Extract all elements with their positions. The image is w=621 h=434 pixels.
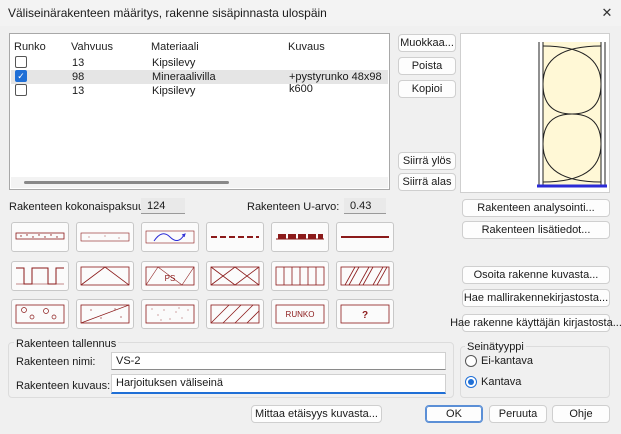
materiaali-cell: Kipsilevy bbox=[152, 57, 196, 69]
table-row[interactable]: ✓ 98 Mineraalivilla +pystyrunko 48x98 k6… bbox=[11, 70, 388, 95]
cancel-button[interactable]: Peruuta bbox=[489, 405, 547, 423]
ok-button[interactable]: OK bbox=[425, 405, 483, 423]
structure-description-label: Rakenteen kuvaus: bbox=[16, 380, 111, 392]
non-bearing-label[interactable]: Ei-kantava bbox=[481, 355, 533, 367]
pattern-tile-diagonal-pairs[interactable] bbox=[336, 261, 394, 291]
bearing-label[interactable]: Kantava bbox=[481, 376, 521, 388]
non-bearing-radio[interactable] bbox=[465, 355, 477, 367]
column-header-vahvuus[interactable]: Vahvuus bbox=[71, 41, 113, 53]
structure-name-input[interactable]: VS-2 bbox=[111, 352, 446, 370]
structure-preview bbox=[460, 33, 610, 193]
runko-checkbox[interactable] bbox=[15, 84, 27, 96]
structure-details-button[interactable]: Rakenteen lisätiedot... bbox=[462, 221, 610, 239]
materiaali-cell: Kipsilevy bbox=[152, 85, 196, 97]
bearing-radio[interactable] bbox=[465, 376, 477, 388]
copy-button[interactable]: Kopioi bbox=[398, 80, 456, 98]
u-value: 0.43 bbox=[344, 198, 386, 214]
window-title: Väliseinärakenteen määritys, rakenne sis… bbox=[8, 6, 327, 20]
ps-label: PS bbox=[165, 274, 176, 283]
runko-label: RUNKO bbox=[286, 310, 315, 319]
table-row[interactable]: 13 Kipsilevy bbox=[11, 56, 388, 70]
pattern-tile-board[interactable] bbox=[11, 222, 69, 252]
pattern-tile-ps[interactable]: PS bbox=[141, 261, 199, 291]
pattern-tile-sand[interactable] bbox=[141, 299, 199, 329]
edit-button[interactable]: Muokkaa... bbox=[398, 34, 456, 52]
wall-type-group bbox=[460, 346, 610, 398]
delete-button[interactable]: Poista bbox=[398, 57, 456, 75]
vahvuus-cell: 13 bbox=[72, 85, 85, 97]
pattern-tile-runko[interactable]: RUNKO bbox=[271, 299, 329, 329]
runko-checkbox[interactable]: ✓ bbox=[15, 70, 27, 82]
model-library-button[interactable]: Hae mallirakennekirjastosta... bbox=[462, 289, 610, 307]
pattern-tile-cross-single[interactable] bbox=[76, 261, 134, 291]
close-icon[interactable]: ✕ bbox=[597, 3, 617, 23]
save-group-title: Rakenteen tallennus bbox=[14, 338, 119, 350]
thickness-label: Rakenteen kokonaispaksuus: bbox=[9, 201, 153, 213]
pattern-tile-diagonal-lines[interactable] bbox=[206, 299, 264, 329]
check-icon: ✓ bbox=[17, 70, 25, 81]
pick-from-drawing-button[interactable]: Osoita rakenne kuvasta... bbox=[462, 266, 610, 284]
pattern-tile-dotted-fill[interactable] bbox=[76, 222, 134, 252]
pattern-tile-vertical-lines[interactable] bbox=[271, 261, 329, 291]
structure-name-label: Rakenteen nimi: bbox=[16, 356, 96, 368]
pattern-tile-dashed[interactable] bbox=[206, 222, 264, 252]
pattern-tile-cross-double[interactable] bbox=[206, 261, 264, 291]
vahvuus-cell: 98 bbox=[72, 71, 85, 83]
move-down-button[interactable]: Siirrä alas bbox=[398, 173, 456, 191]
table-row[interactable]: 13 Kipsilevy bbox=[11, 84, 388, 98]
materiaali-cell: Mineraalivilla bbox=[152, 71, 216, 83]
pattern-tile-membrane[interactable] bbox=[141, 222, 199, 252]
pattern-tile-solid-line[interactable] bbox=[336, 222, 394, 252]
u-value-label: Rakenteen U-arvo: bbox=[247, 201, 340, 213]
pattern-tile-blocks[interactable] bbox=[271, 222, 329, 252]
layer-table[interactable]: Runko Vahvuus Materiaali Kuvaus 13 Kipsi… bbox=[9, 33, 390, 190]
vahvuus-cell: 13 bbox=[72, 57, 85, 69]
column-header-runko[interactable]: Runko bbox=[14, 41, 46, 53]
column-header-materiaali[interactable]: Materiaali bbox=[151, 41, 199, 53]
help-button[interactable]: Ohje bbox=[552, 405, 610, 423]
structure-analysis-button[interactable]: Rakenteen analysointi... bbox=[462, 199, 610, 217]
thickness-value: 124 bbox=[141, 198, 185, 214]
move-up-button[interactable]: Siirrä ylös bbox=[398, 152, 456, 170]
question-label: ? bbox=[362, 310, 368, 321]
user-library-button[interactable]: Hae rakenne käyttäjän kirjastosta... bbox=[450, 314, 621, 332]
title-bar: Väliseinärakenteen määritys, rakenne sis… bbox=[0, 0, 621, 26]
wall-section-drawing bbox=[537, 42, 607, 188]
runko-checkbox[interactable] bbox=[15, 56, 27, 68]
pattern-tile-unknown[interactable]: ? bbox=[336, 299, 394, 329]
pattern-tile-profile[interactable] bbox=[11, 261, 69, 291]
wall-type-title: Seinätyyppi bbox=[465, 341, 526, 353]
scrollbar-thumb[interactable] bbox=[24, 181, 229, 184]
measure-distance-button[interactable]: Mittaa etäisyys kuvasta... bbox=[251, 405, 382, 423]
pattern-tile-diagonal-dotted[interactable] bbox=[76, 299, 134, 329]
column-header-kuvaus[interactable]: Kuvaus bbox=[288, 41, 325, 53]
structure-description-input[interactable]: Harjoituksen väliseinä bbox=[111, 374, 446, 394]
pattern-tile-gravel[interactable] bbox=[11, 299, 69, 329]
